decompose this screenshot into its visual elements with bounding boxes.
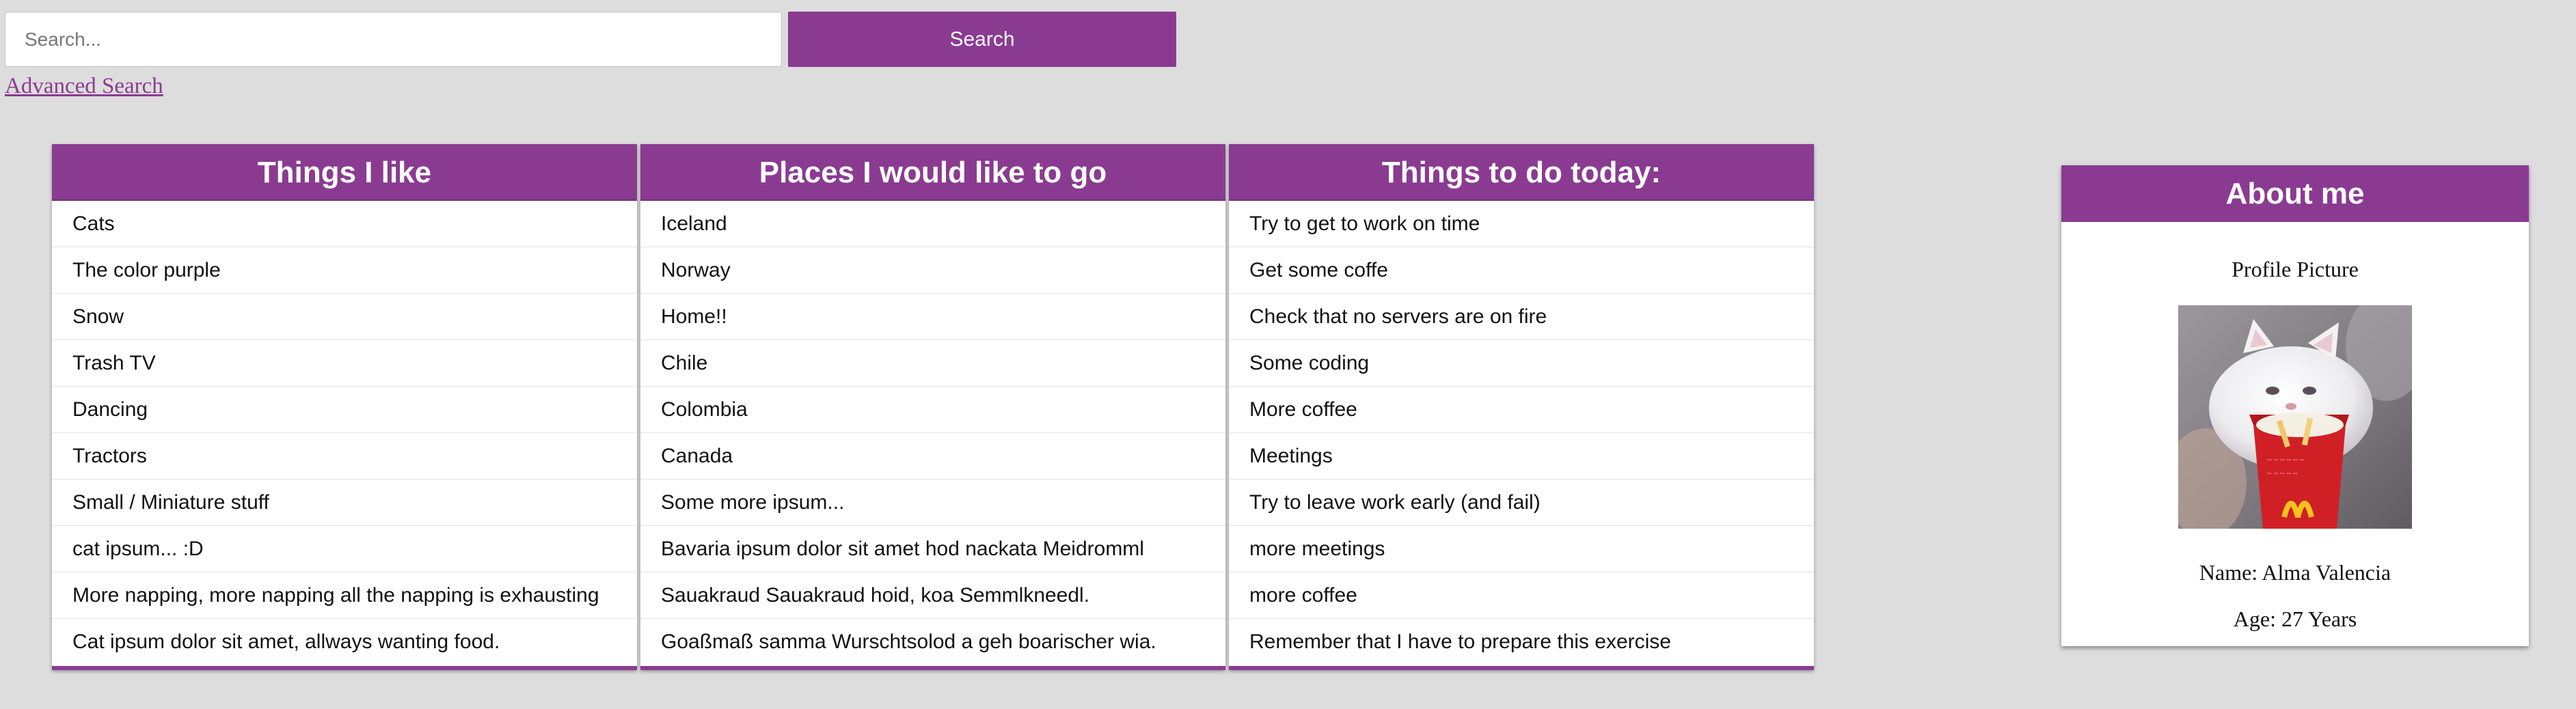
- list-item: Try to leave work early (and fail): [1229, 479, 1814, 526]
- list-item: Small / Miniature stuff: [52, 479, 637, 526]
- profile-picture-caption: Profile Picture: [2232, 257, 2359, 281]
- list-item: Bavaria ipsum dolor sit amet hod nackata…: [640, 526, 1225, 572]
- search-button[interactable]: Search: [788, 12, 1176, 67]
- list-item: Goaßmaß samma Wurschtsolod a geh boarisc…: [661, 630, 1156, 653]
- list-item: Get some coffe: [1229, 247, 1814, 294]
- list-item: Dancing: [52, 387, 637, 433]
- svg-text:~ ~ ~ ~ ~: ~ ~ ~ ~ ~: [2267, 469, 2298, 478]
- profile-age: Age: 27 Years: [2233, 607, 2357, 631]
- profile-name: Name: Alma Valencia: [2199, 560, 2391, 585]
- list-item: more meetings: [1229, 526, 1814, 572]
- list-item: Cat ipsum dolor sit amet, allways wantin…: [72, 630, 500, 653]
- profile-picture: ~ ~ ~ ~ ~ ~ ~ ~ ~ ~ ~: [2178, 305, 2412, 529]
- list-item: Norway: [640, 247, 1225, 294]
- list-item: Iceland: [640, 201, 1225, 247]
- about-me-card: About me Profile Picture ~ ~ ~ ~ ~ ~ ~ ~…: [2061, 165, 2529, 646]
- list-item: Cats: [52, 201, 637, 247]
- list-item: Meetings: [1229, 433, 1814, 479]
- places-list: Iceland Norway Home!! Chile Colombia Can…: [640, 201, 1225, 665]
- list-item: Tractors: [52, 433, 637, 479]
- list-item: More coffee: [1229, 387, 1814, 433]
- list-item: cat ipsum... :D: [52, 526, 637, 572]
- list-item: Snow: [52, 294, 637, 340]
- list-item: Colombia: [640, 387, 1225, 433]
- list-item: Try to get to work on time: [1229, 201, 1814, 247]
- list-item: Sauakraud Sauakraud hoid, koa Semmlkneed…: [640, 572, 1225, 619]
- todo-panel: Things to do today: Try to get to work o…: [1229, 144, 1814, 670]
- list-item: Chile: [640, 340, 1225, 387]
- list-item: More napping, more napping all the nappi…: [52, 572, 637, 619]
- list-item: Remember that I have to prepare this exe…: [1249, 630, 1671, 653]
- list-item: Canada: [640, 433, 1225, 479]
- list-item: more coffee: [1229, 572, 1814, 619]
- todo-list: Try to get to work on time Get some coff…: [1229, 201, 1814, 665]
- things-i-like-panel: Things I like Cats The color purple Snow…: [52, 144, 637, 670]
- advanced-search-link[interactable]: Advanced Search: [5, 74, 163, 99]
- list-item: The color purple: [52, 247, 637, 294]
- things-i-like-list: Cats The color purple Snow Trash TV Danc…: [52, 201, 637, 665]
- panel-title: Places I would like to go: [640, 144, 1225, 201]
- list-item: Some more ipsum...: [640, 479, 1225, 526]
- about-title: About me: [2061, 165, 2529, 222]
- panel-title: Things to do today:: [1229, 144, 1814, 201]
- list-item: Some coding: [1229, 340, 1814, 387]
- list-item: Trash TV: [52, 340, 637, 387]
- list-item: Check that no servers are on fire: [1229, 294, 1814, 340]
- svg-text:~ ~ ~ ~ ~ ~: ~ ~ ~ ~ ~ ~: [2267, 455, 2304, 464]
- list-item: Home!!: [640, 294, 1225, 340]
- panel-title: Things I like: [52, 144, 637, 201]
- places-panel: Places I would like to go Iceland Norway…: [640, 144, 1225, 670]
- kitten-photo-icon: ~ ~ ~ ~ ~ ~ ~ ~ ~ ~ ~: [2178, 305, 2412, 529]
- search-input[interactable]: [5, 12, 782, 67]
